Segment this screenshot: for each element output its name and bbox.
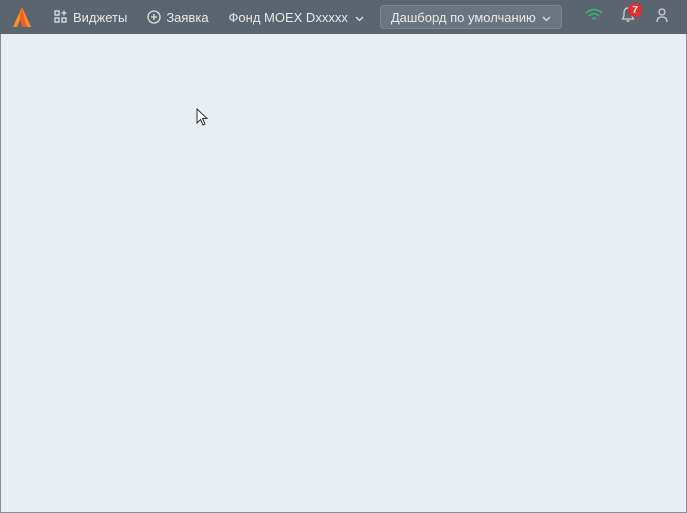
widgets-label: Виджеты xyxy=(73,10,127,25)
account-selector[interactable]: Фонд MOEX Dxxxxx xyxy=(219,0,374,34)
dashboard-selector[interactable]: Дашборд по умолчанию xyxy=(380,5,562,29)
account-label: Фонд MOEX Dxxxxx xyxy=(229,10,348,25)
order-label: Заявка xyxy=(166,10,208,25)
order-button[interactable]: Заявка xyxy=(137,0,218,34)
notifications-button[interactable]: 7 xyxy=(615,4,641,30)
plus-circle-icon xyxy=(147,10,161,24)
connection-status-button[interactable] xyxy=(581,4,607,30)
chevron-down-icon xyxy=(355,10,364,25)
notifications-badge: 7 xyxy=(628,3,642,17)
widgets-icon xyxy=(54,10,68,24)
widgets-button[interactable]: Виджеты xyxy=(44,0,137,34)
toolbar-right-group: 7 xyxy=(581,4,679,30)
dashboard-label: Дашборд по умолчанию xyxy=(391,10,536,25)
user-icon xyxy=(654,7,670,28)
user-profile-button[interactable] xyxy=(649,4,675,30)
wifi-icon xyxy=(585,8,603,27)
chevron-down-icon xyxy=(542,10,551,25)
main-toolbar: Виджеты Заявка Фонд MOEX Dxxxxx Дашборд … xyxy=(0,0,687,34)
dashboard-content-area xyxy=(0,34,687,513)
app-logo[interactable] xyxy=(8,3,36,31)
